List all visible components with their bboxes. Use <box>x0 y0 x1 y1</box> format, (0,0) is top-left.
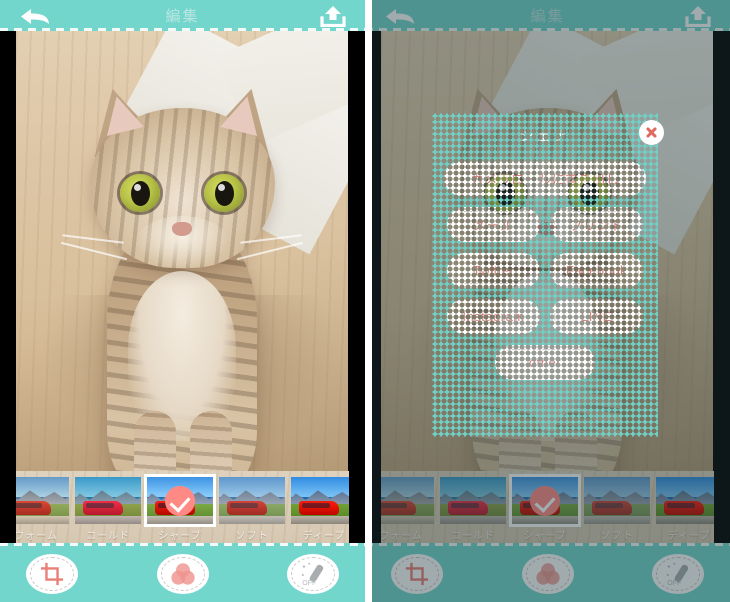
color-circles-icon <box>535 563 560 585</box>
app-header: 編集 <box>365 0 730 31</box>
magic-wand-icon: OFF <box>301 562 324 587</box>
check-icon <box>165 485 195 516</box>
share-option-twitter[interactable]: Twitter <box>447 253 540 288</box>
magic-wand-button[interactable]: OFF <box>287 554 339 594</box>
filter-thumbnail <box>219 477 285 524</box>
cat-leg-right <box>190 411 232 471</box>
filter-strip[interactable]: ウォーム コールド シャープ ソフト ディープ <box>0 471 365 543</box>
filter-label: シャープ <box>158 531 202 542</box>
filter-thumbnail <box>75 477 141 524</box>
toolbar-dashed-divider <box>365 543 730 546</box>
cat-eye-left <box>120 174 160 213</box>
filmstrip-edge-right <box>349 471 365 543</box>
filter-thumbnail <box>656 477 722 524</box>
page-title: 編集 <box>165 8 200 25</box>
filter-button[interactable] <box>521 554 574 594</box>
wand-off-label: OFF <box>667 580 681 587</box>
panel-editor: 編集 ウォーム コールド シャープ ソフト ディープ OFF <box>0 0 365 602</box>
cat-nose <box>172 222 192 237</box>
upload-icon[interactable] <box>319 6 347 28</box>
filter-thumbnail <box>509 474 581 527</box>
filter-label: ソフト <box>235 531 269 542</box>
magic-wand-icon: OFF <box>666 562 689 587</box>
toolbar-dashed-divider <box>0 543 365 546</box>
check-icon <box>530 485 560 516</box>
share-option-camera-roll[interactable]: カメラロールに書き出し <box>444 161 646 196</box>
crop-icon <box>405 562 429 586</box>
filter-item-cold[interactable]: コールド <box>439 477 507 542</box>
share-option-other[interactable]: other <box>495 345 595 380</box>
filter-thumbnail <box>584 477 650 524</box>
crop-button[interactable] <box>391 554 443 594</box>
filter-label: シャープ <box>523 531 567 542</box>
cat-eye-right <box>204 174 244 213</box>
share-option-facebook[interactable]: Facebook <box>550 253 643 288</box>
share-dialog: シェア カメラロールに書き出し メール プリント Twitter Faceboo… <box>432 113 658 437</box>
app-screenshot-pair: 編集 ウォーム コールド シャープ ソフト ディープ OFF 編集 ウォーム コ… <box>0 0 730 602</box>
crop-button[interactable] <box>26 554 78 594</box>
filter-label: コールド <box>86 531 130 542</box>
share-option-line[interactable]: LINE <box>550 299 643 334</box>
magic-wand-button[interactable]: OFF <box>652 554 704 594</box>
header-dashed-divider <box>365 28 730 31</box>
photo-stage <box>0 31 365 471</box>
filter-item-soft[interactable]: ソフト <box>583 477 651 542</box>
share-option-mail[interactable]: メール <box>447 207 540 242</box>
color-circles-icon <box>170 563 195 585</box>
app-header: 編集 <box>0 0 365 31</box>
panel-divider <box>365 0 372 602</box>
header-dashed-divider <box>0 28 365 31</box>
filter-item-deep[interactable]: ディープ <box>290 477 358 542</box>
upload-icon[interactable] <box>684 6 712 28</box>
filter-item-soft[interactable]: ソフト <box>218 477 286 542</box>
bottom-toolbar: OFF <box>365 543 730 602</box>
filter-item-cold[interactable]: コールド <box>74 477 142 542</box>
close-icon[interactable] <box>639 120 664 145</box>
filter-label: ソフト <box>600 531 634 542</box>
share-options-list: カメラロールに書き出し メール プリント Twitter Facebook In… <box>444 161 646 380</box>
cat-photo[interactable] <box>16 31 348 471</box>
crop-icon <box>40 562 64 586</box>
filter-label: コールド <box>451 531 495 542</box>
filter-item-sharp[interactable]: シャープ <box>144 474 216 542</box>
filter-thumbnail <box>440 477 506 524</box>
share-option-print[interactable]: プリント <box>550 207 643 242</box>
share-option-instagram[interactable]: Instagram <box>447 299 540 334</box>
page-title: 編集 <box>530 8 565 25</box>
filter-thumbnail <box>144 474 216 527</box>
cat-leg-left <box>134 411 176 471</box>
filter-item-deep[interactable]: ディープ <box>655 477 723 542</box>
panel-share: 編集 ウォーム コールド シャープ ソフト ディープ OFF シェア カメラロー… <box>365 0 730 602</box>
filter-button[interactable] <box>156 554 209 594</box>
filter-item-sharp[interactable]: シャープ <box>509 474 581 542</box>
filter-label: ディープ <box>667 531 711 542</box>
bottom-toolbar: OFF <box>0 543 365 602</box>
wand-off-label: OFF <box>302 580 316 587</box>
filmstrip-edge-right <box>714 471 730 543</box>
filter-strip[interactable]: ウォーム コールド シャープ ソフト ディープ <box>365 471 730 543</box>
filmstrip-edge-left <box>0 471 16 543</box>
share-dialog-title: シェア <box>519 128 571 144</box>
filter-label: ディープ <box>302 531 346 542</box>
filter-thumbnail <box>291 477 357 524</box>
